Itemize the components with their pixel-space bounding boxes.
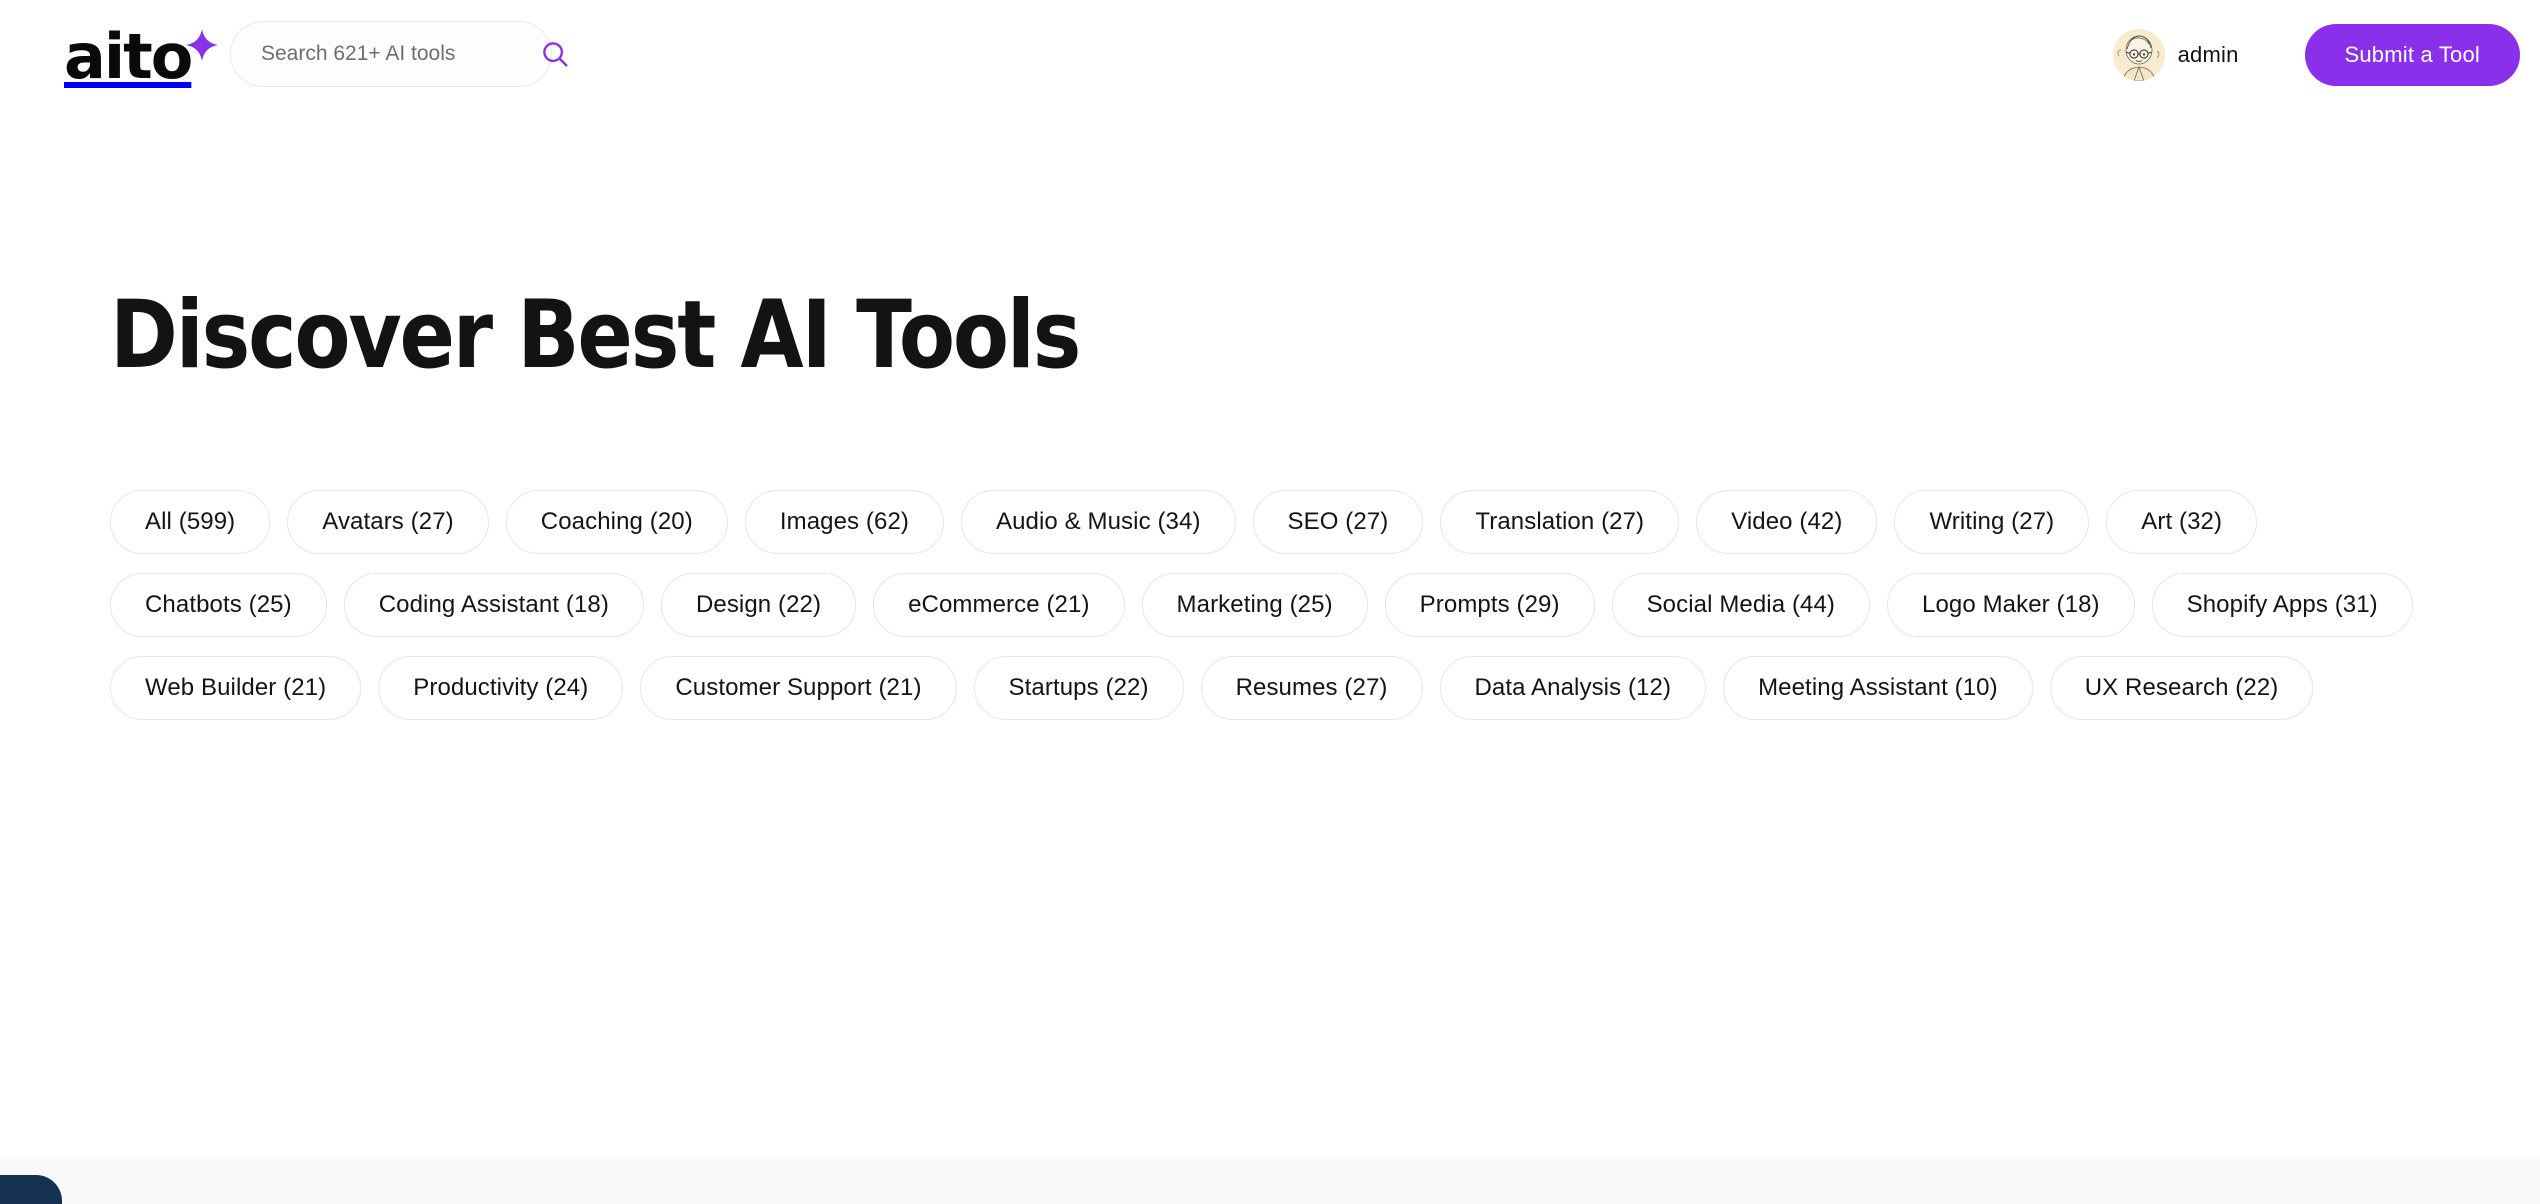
category-filter-list: All (599) Avatars (27) Coaching (20) Images… (110, 490, 2440, 720)
category-pill[interactable]: Web Builder (21) (110, 656, 362, 720)
category-pill[interactable]: Productivity (24) (378, 656, 624, 720)
category-pill[interactable]: Customer Support (21) (640, 656, 957, 720)
logo[interactable]: aito (64, 26, 219, 88)
search-input[interactable] (261, 22, 532, 86)
category-pill[interactable]: Meeting Assistant (10) (1723, 656, 2033, 720)
category-pill[interactable]: Startups (22) (973, 656, 1184, 720)
category-pill[interactable]: Images (62) (744, 490, 944, 554)
category-pill[interactable]: Resumes (27) (1200, 656, 1423, 720)
user-avatar-illustration (2112, 29, 2165, 81)
category-pill[interactable]: Avatars (27) (287, 490, 489, 554)
category-pill[interactable]: Chatbots (25) (110, 573, 327, 637)
avatar[interactable] (2112, 29, 2165, 81)
sparkle-icon (186, 28, 219, 62)
category-pill[interactable]: Writing (27) (1894, 490, 2090, 554)
category-pill[interactable]: Coding Assistant (18) (343, 573, 644, 637)
category-pill[interactable]: Logo Maker (18) (1887, 573, 2135, 637)
category-pill[interactable]: Design (22) (660, 573, 857, 637)
site-header: aito Search 621+ AI tools admin Submit a… (0, 0, 2540, 110)
category-pill[interactable]: Shopify Apps (31) (2151, 573, 2413, 637)
category-pill[interactable]: eCommerce (21) (873, 573, 1125, 637)
tools-section (0, 1157, 2540, 1204)
header-right-cluster: admin Submit a Tool (2112, 23, 2520, 87)
category-pill[interactable]: Video (42) (1696, 490, 1878, 554)
category-pill[interactable]: Translation (27) (1440, 490, 1680, 554)
category-pill[interactable]: Prompts (29) (1384, 573, 1595, 637)
search-icon[interactable] (540, 39, 570, 69)
category-pill[interactable]: Social Media (44) (1611, 573, 1871, 637)
username-label: admin (2177, 42, 2239, 67)
submit-a-tool-button[interactable]: Submit a Tool (2304, 24, 2520, 86)
category-pill[interactable]: Data Analysis (12) (1439, 656, 1707, 720)
page-root: aito Search 621+ AI tools admin Submit a… (0, 0, 2540, 1204)
category-pill[interactable]: Art (32) (2106, 490, 2258, 554)
category-pill[interactable]: Coaching (20) (505, 490, 728, 554)
category-pill[interactable]: UX Research (22) (2049, 656, 2314, 720)
search-box[interactable] (230, 21, 568, 87)
tool-card-partial[interactable] (0, 1175, 62, 1204)
logo-text: aito (64, 20, 193, 93)
category-pill[interactable]: Marketing (25) (1141, 573, 1368, 637)
category-pill[interactable]: All (599) (110, 490, 271, 554)
page-title: Discover Best AI Tools (110, 281, 1081, 390)
category-pill[interactable]: SEO (27) (1252, 490, 1424, 554)
category-pill[interactable]: Audio & Music (34) (960, 490, 1236, 554)
